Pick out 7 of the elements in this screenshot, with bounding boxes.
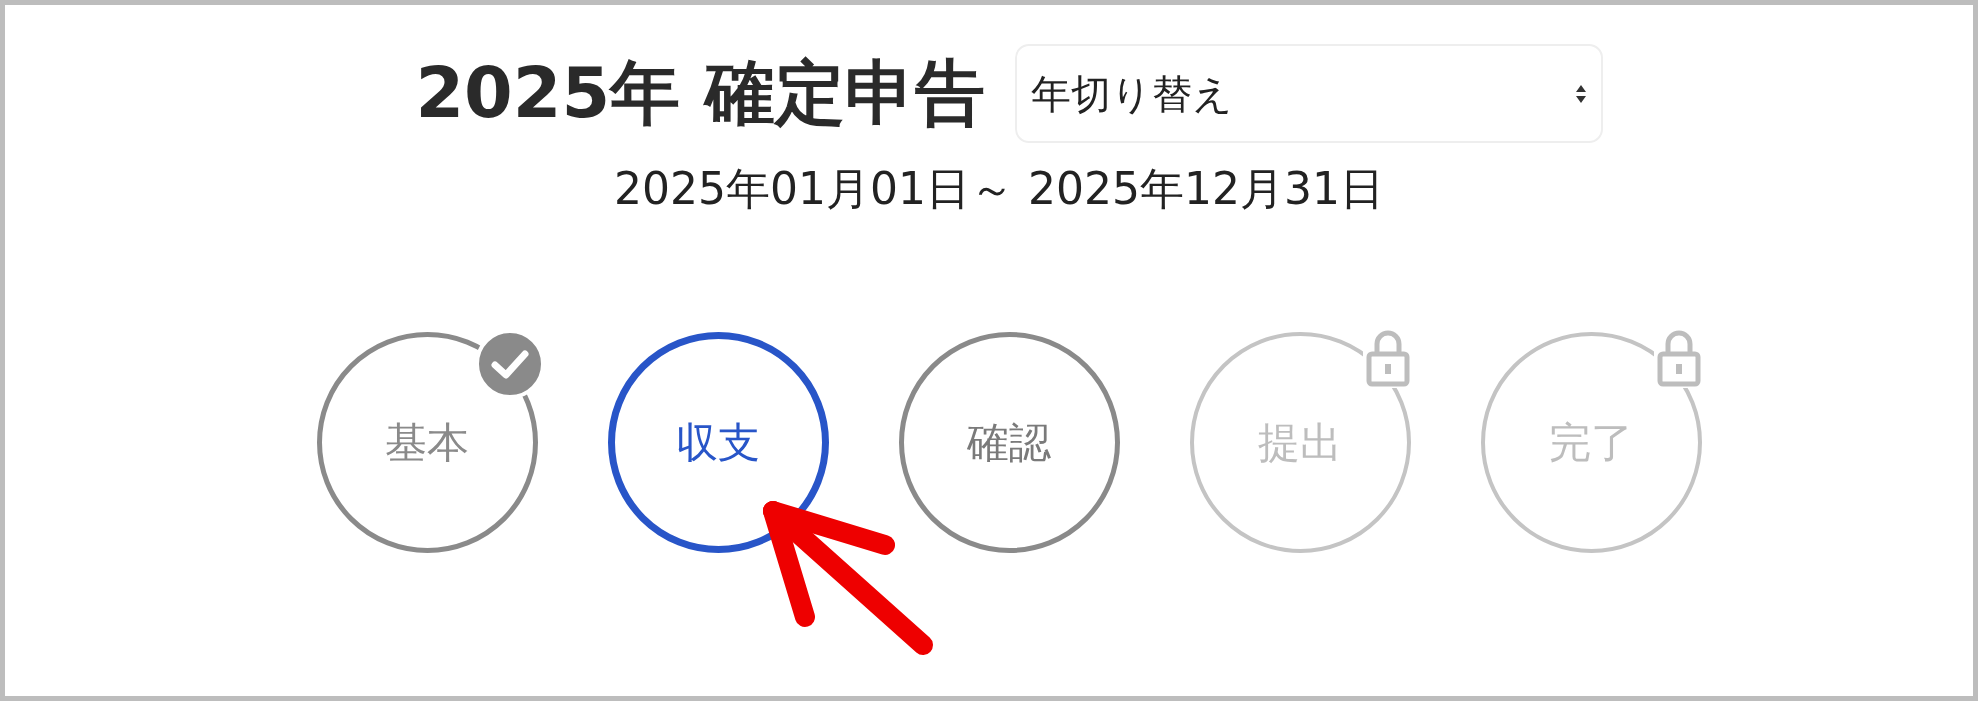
step-button[interactable]: 基本: [316, 332, 538, 553]
step-button[interactable]: 確認: [898, 332, 1120, 553]
select-value: 年切り替え: [1030, 69, 1233, 119]
page-title: 2025年 確定申告: [415, 51, 985, 136]
step-button[interactable]: 収支: [607, 332, 829, 553]
year-select[interactable]: 年切り替え: [1014, 44, 1603, 143]
period-text: 2025年01月01日～ 2025年12月31日: [614, 162, 1384, 216]
